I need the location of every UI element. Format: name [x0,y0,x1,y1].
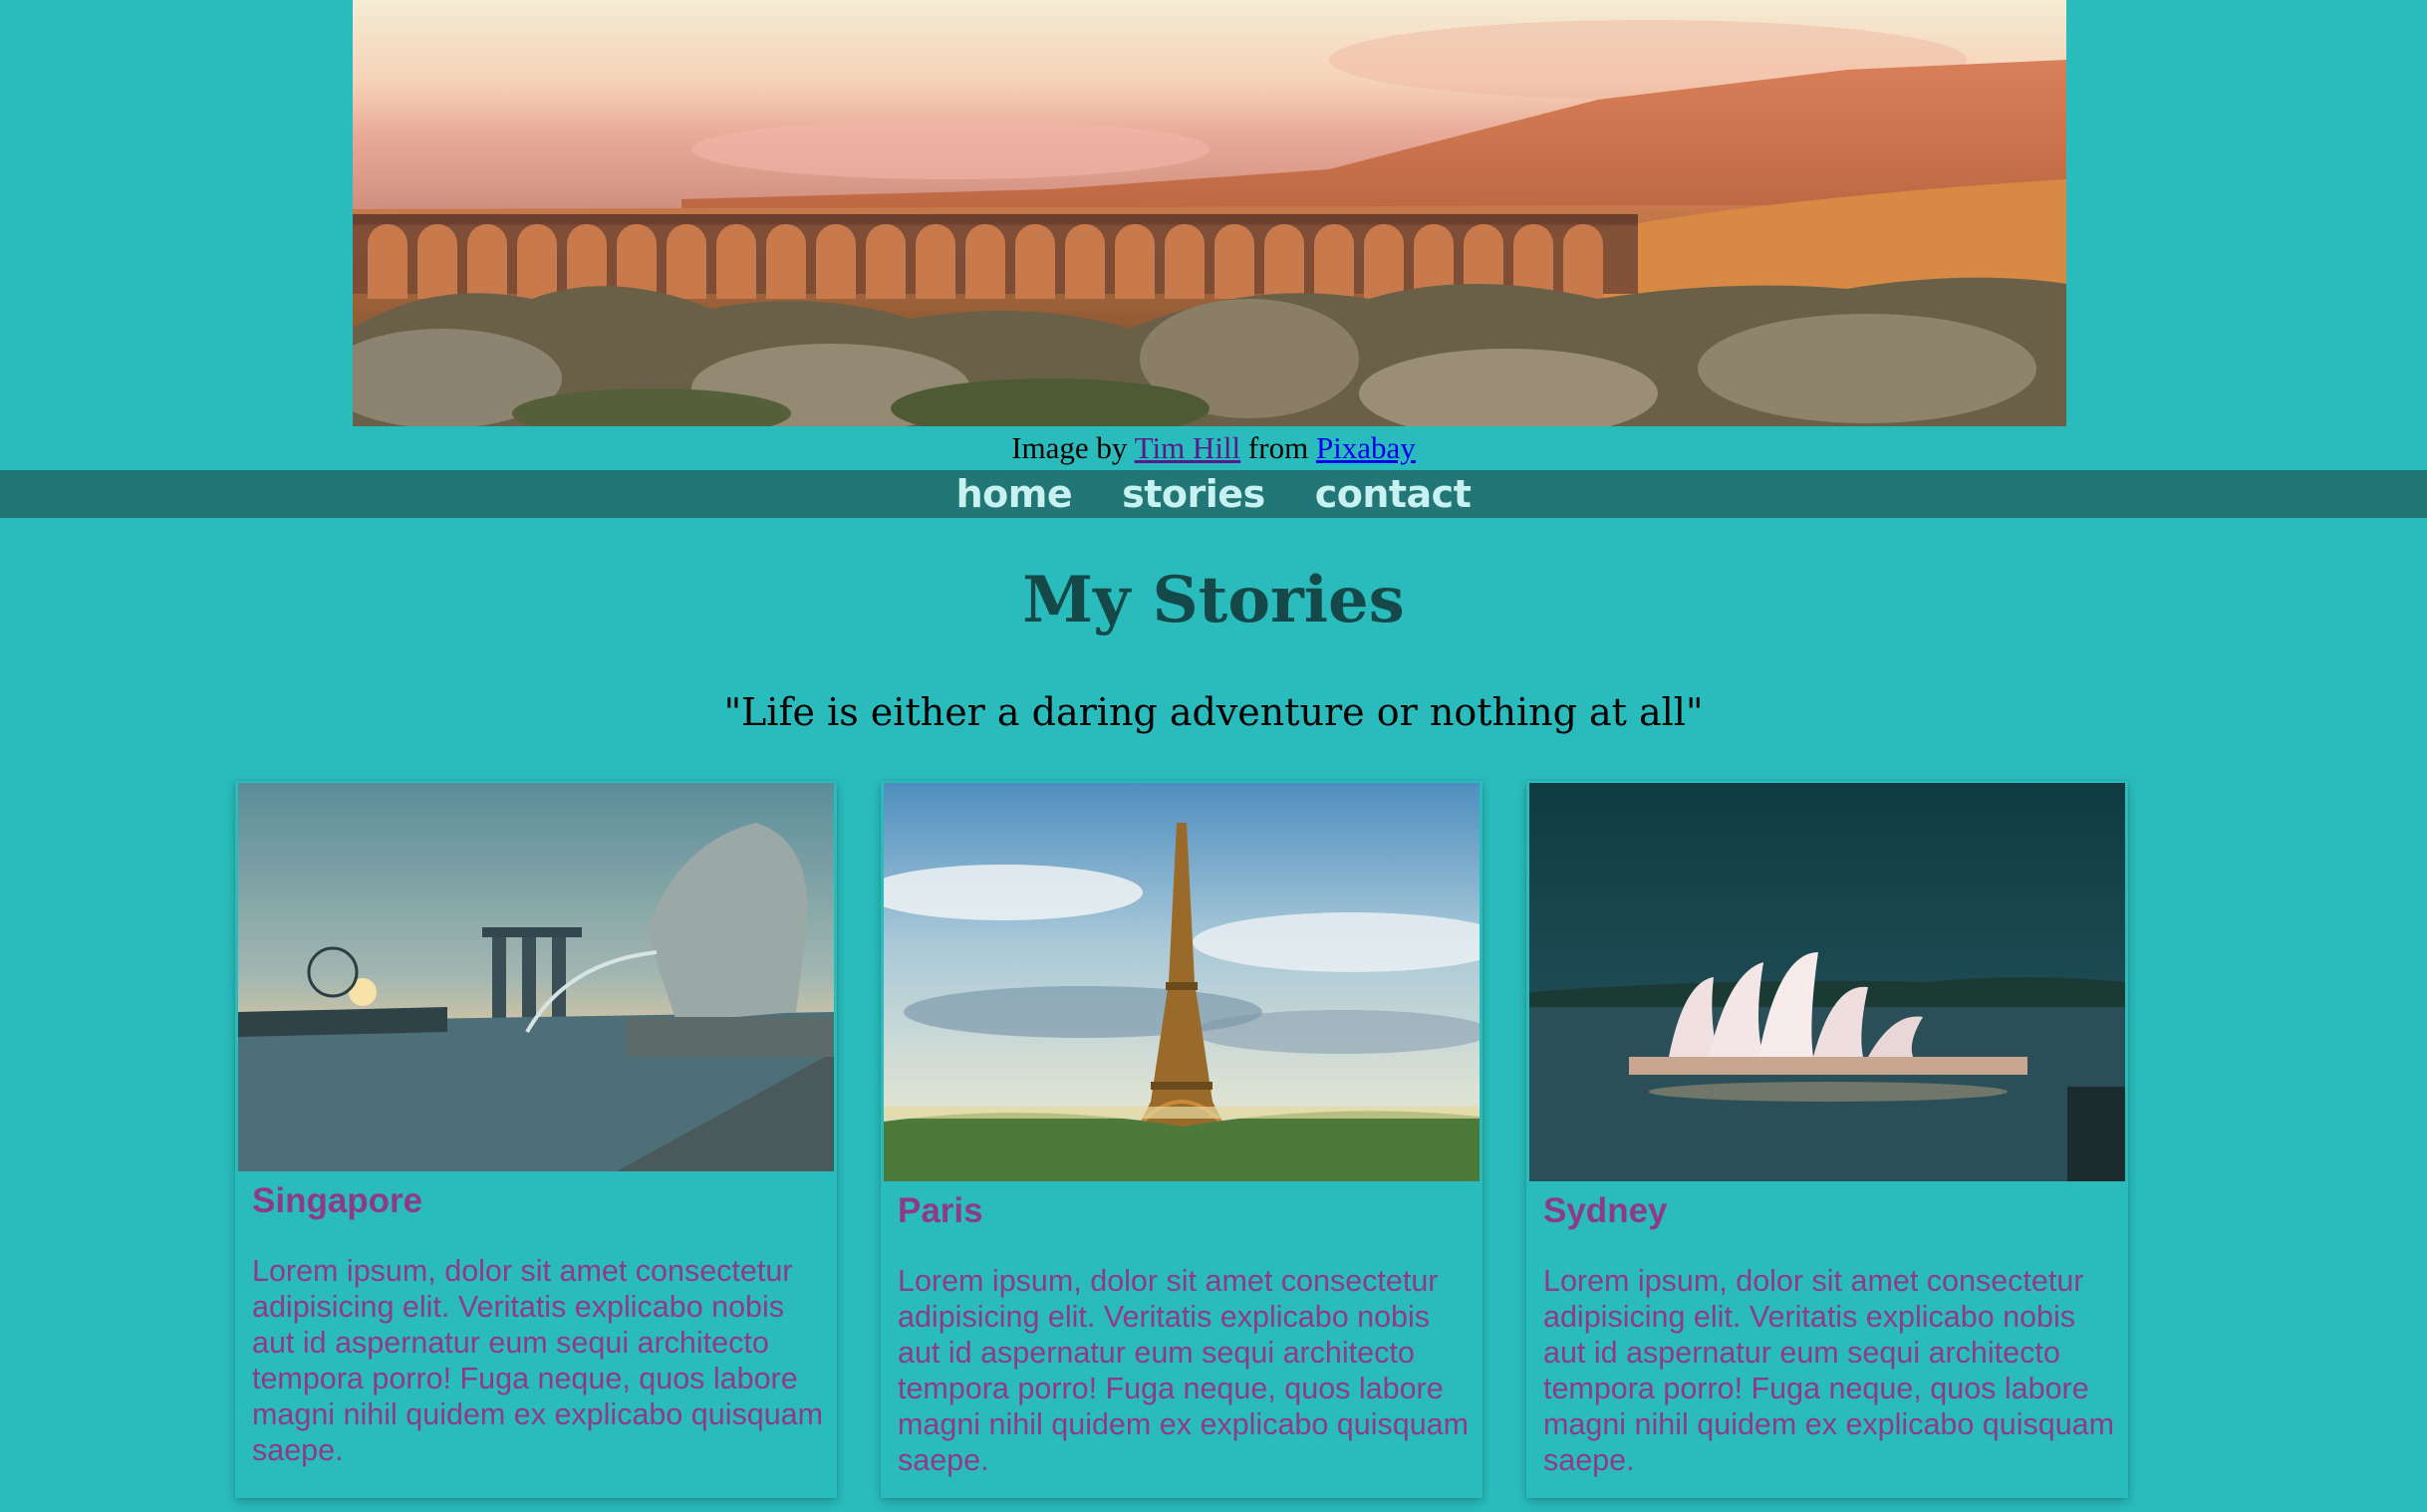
credit-source-link[interactable]: Pixabay [1316,430,1416,465]
hero-banner-image [353,0,2066,426]
credit-author-link[interactable]: Tim Hill [1135,430,1241,465]
story-card-paris[interactable]: Paris Lorem ipsum, dolor sit amet consec… [881,781,1483,1498]
page: Image by Tim Hill from Pixabay home stor… [0,0,2427,1512]
page-quote: "Life is either a daring adventure or no… [723,690,1704,734]
card-title: Sydney [1543,1191,1668,1230]
story-card-singapore[interactable]: Singapore Lorem ipsum, dolor sit amet co… [235,781,837,1498]
card-title: Paris [898,1191,983,1230]
nav-stories-link[interactable]: stories [1122,470,1265,518]
credit-middle: from [1247,430,1309,465]
image-credit: Image by Tim Hill from Pixabay [0,430,2427,466]
card-title: Singapore [252,1181,423,1220]
card-body: Lorem ipsum, dolor sit amet consectetur … [252,1254,824,1467]
main-nav: home stories contact [0,470,2427,518]
nav-contact-link[interactable]: contact [1315,470,1472,518]
credit-prefix: Image by [1011,430,1128,465]
paris-photo [884,783,1480,1181]
story-card-sydney[interactable]: Sydney Lorem ipsum, dolor sit amet conse… [1526,781,2128,1498]
card-body: Lorem ipsum, dolor sit amet consectetur … [898,1264,1470,1477]
singapore-photo [238,783,834,1171]
nav-home-link[interactable]: home [956,470,1073,518]
sydney-photo [1529,783,2125,1181]
page-title: My Stories [1022,563,1405,637]
card-body: Lorem ipsum, dolor sit amet consectetur … [1543,1264,2115,1477]
